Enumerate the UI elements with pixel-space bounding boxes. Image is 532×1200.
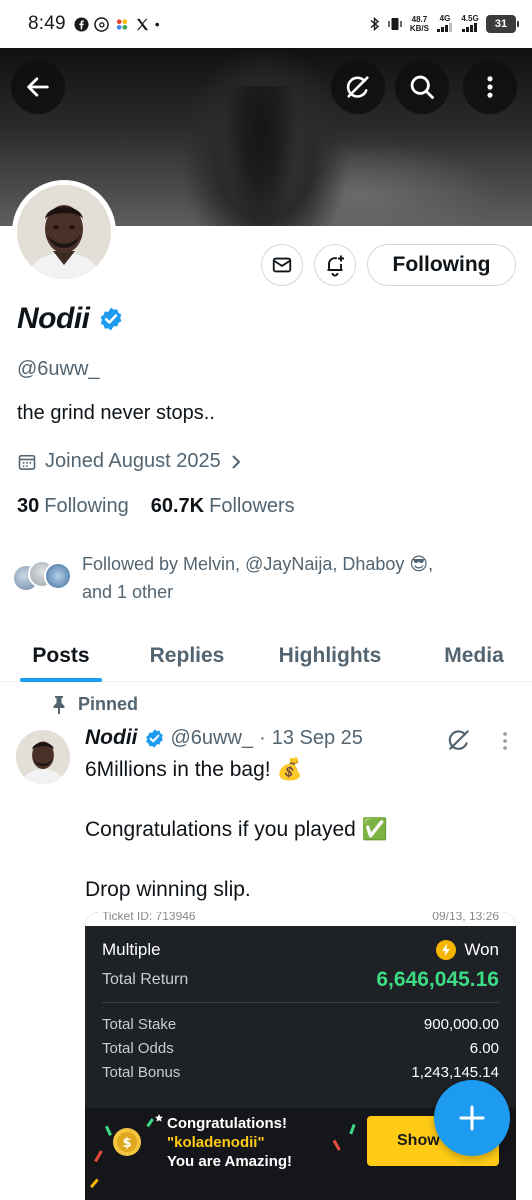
joined-date-row[interactable]: Joined August 2025 [17, 450, 243, 473]
post-line-3: Drop winning slip. [85, 878, 251, 901]
post-author-handle[interactable]: @6uww_ [171, 727, 254, 750]
post-grok-button[interactable] [446, 727, 472, 758]
slip-ticket-date: 09/13, 13:26 [432, 912, 499, 923]
notification-icons: • [74, 16, 160, 32]
slip-total-return-row: Total Return 6,646,045.16 [102, 968, 499, 991]
status-right: 48.7 KB/S 4G 4.5G 31 [370, 14, 519, 34]
banner-silhouette [226, 86, 296, 226]
pin-icon [53, 695, 65, 714]
post-date[interactable]: 13 Sep 25 [272, 727, 363, 750]
verified-badge-icon [145, 728, 163, 748]
slip-ticket-id: Ticket ID: 713946 [102, 912, 196, 923]
more-vertical-icon [503, 732, 507, 750]
post-header: Nodii @6uww_ · 13 Sep 25 [85, 726, 363, 750]
avatar-photo [17, 185, 111, 279]
grok-icon [346, 76, 369, 98]
lightning-icon [436, 940, 457, 960]
profile-name-row: Nodii [17, 302, 124, 336]
mutual-avatars [10, 558, 76, 598]
post-line-2: Congratulations if you played ✅ [85, 818, 388, 841]
search-icon [410, 75, 434, 99]
more-button[interactable] [463, 60, 517, 114]
search-button[interactable] [395, 60, 449, 114]
followed-by-row[interactable]: Followed by Melvin, @JayNaija, Dhaboy 😎,… [10, 550, 502, 606]
mail-icon [272, 257, 292, 273]
confetti-decoration-right [332, 1123, 356, 1151]
meta-separator: · [259, 726, 266, 749]
arrow-left-icon [27, 77, 49, 97]
back-button[interactable] [11, 60, 65, 114]
verified-badge-icon[interactable] [98, 306, 124, 332]
pinned-indicator: Pinned [50, 694, 138, 715]
slip-torn-header: Ticket ID: 713946 09/13, 13:26 [85, 912, 516, 926]
battery-indicator: 31 [486, 15, 519, 33]
followed-by-text: Followed by Melvin, @JayNaija, Dhaboy 😎,… [82, 554, 434, 602]
follow-stats: 30 Following 60.7K Followers [17, 495, 295, 518]
vibrate-icon [388, 18, 402, 30]
slip-bonus-row: Total Bonus 1,243,145.14 [102, 1064, 499, 1081]
calendar-icon [18, 454, 36, 470]
post-line-1: 6Millions in the bag! 💰 [85, 758, 303, 781]
tab-media[interactable]: Media [428, 630, 520, 682]
bluetooth-icon [370, 16, 379, 32]
post-more-button[interactable] [496, 730, 514, 757]
slip-odds-row: Total Odds 6.00 [102, 1040, 499, 1057]
post-author-avatar[interactable] [16, 730, 70, 784]
joined-text: Joined August 2025 [45, 450, 221, 472]
slip-status: Won [436, 940, 499, 960]
grok-icon [448, 730, 469, 750]
photos-icon [116, 18, 127, 30]
slip-type: Multiple [102, 940, 161, 959]
bell-plus-icon [327, 255, 344, 277]
tab-posts[interactable]: Posts [14, 630, 108, 682]
facebook-icon [74, 16, 89, 32]
followers-stat[interactable]: 60.7K Followers [151, 495, 295, 518]
dot-icon: • [154, 16, 160, 32]
following-button[interactable]: Following [367, 244, 516, 286]
signal-4g: 4G [436, 14, 454, 34]
x-logo-icon [136, 18, 148, 30]
chevron-right-icon [231, 454, 241, 469]
slip-stake-row: Total Stake 900,000.00 [102, 1016, 499, 1033]
plus-icon [459, 1105, 485, 1131]
more-vertical-icon [487, 76, 493, 98]
active-tab-indicator [20, 678, 102, 682]
profile-tabs: Posts Replies Highlights Media [0, 630, 532, 682]
message-button[interactable] [261, 244, 303, 286]
confetti-decoration: $ [90, 1114, 163, 1189]
network-speed: 48.7 KB/S [409, 15, 429, 33]
display-name: Nodii [17, 302, 90, 335]
threads-icon [93, 16, 109, 32]
profile-bio: the grind never stops.. [17, 402, 215, 424]
status-bar: 8:49 • 48.7 KB/S 4G 4.5G 31 [0, 0, 532, 48]
svg-text:$: $ [122, 1136, 131, 1151]
profile-handle: @6uww_ [17, 358, 100, 380]
tab-highlights[interactable]: Highlights [266, 630, 394, 682]
grok-button[interactable] [331, 60, 385, 114]
signal-45g: 4.5G [461, 14, 479, 34]
status-time: 8:49 [28, 13, 66, 34]
following-stat[interactable]: 30 Following [17, 495, 129, 518]
promo-text: Congratulations! "koladenodii" You are A… [167, 1115, 293, 1170]
slip-divider [102, 1002, 499, 1003]
post-media-bet-slip[interactable]: Ticket ID: 713946 09/13, 13:26 Multiple … [85, 912, 516, 1200]
tab-replies[interactable]: Replies [136, 630, 238, 682]
slip-total-return-value: 6,646,045.16 [376, 968, 499, 991]
notifications-button[interactable] [314, 244, 356, 286]
compose-post-button[interactable] [434, 1080, 510, 1156]
slip-type-row: Multiple Won [102, 940, 499, 960]
post-author-name[interactable]: Nodii [85, 726, 138, 750]
profile-avatar[interactable] [12, 180, 116, 284]
